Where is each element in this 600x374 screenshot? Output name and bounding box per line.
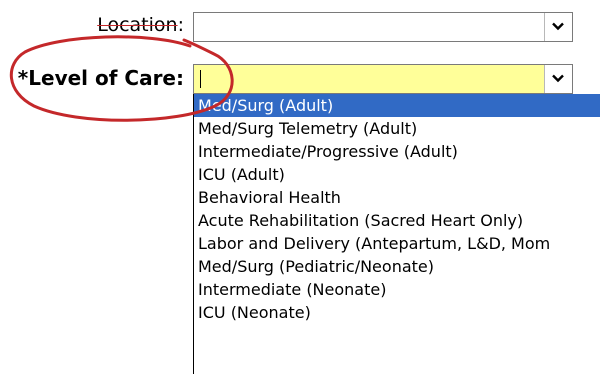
- level-of-care-dropdown-button[interactable]: [544, 65, 572, 93]
- level-of-care-options-list[interactable]: Med/Surg (Adult) Med/Surg Telemetry (Adu…: [193, 94, 600, 374]
- chevron-down-icon: [552, 74, 564, 83]
- location-label: Location:: [97, 14, 184, 36]
- location-label-text: Location: [97, 14, 178, 36]
- option-icu-neonate[interactable]: ICU (Neonate): [194, 301, 600, 324]
- location-select[interactable]: [193, 12, 573, 42]
- option-intermediate-progressive-adult[interactable]: Intermediate/Progressive (Adult): [194, 140, 600, 163]
- level-of-care-label: *Level of Care:: [17, 66, 184, 90]
- location-dropdown-button[interactable]: [544, 13, 572, 41]
- option-labor-and-delivery[interactable]: Labor and Delivery (Antepartum, L&D, Mom: [194, 232, 600, 255]
- option-med-surg-adult[interactable]: Med/Surg (Adult): [194, 94, 600, 117]
- option-acute-rehabilitation[interactable]: Acute Rehabilitation (Sacred Heart Only): [194, 209, 600, 232]
- text-cursor: [200, 70, 201, 88]
- location-label-colon: :: [177, 14, 184, 36]
- option-med-surg-pediatric-neonate[interactable]: Med/Surg (Pediatric/Neonate): [194, 255, 600, 278]
- level-of-care-select[interactable]: [193, 64, 573, 94]
- option-med-surg-telemetry-adult[interactable]: Med/Surg Telemetry (Adult): [194, 117, 600, 140]
- option-icu-adult[interactable]: ICU (Adult): [194, 163, 600, 186]
- option-behavioral-health[interactable]: Behavioral Health: [194, 186, 600, 209]
- chevron-down-icon: [552, 22, 564, 31]
- option-intermediate-neonate[interactable]: Intermediate (Neonate): [194, 278, 600, 301]
